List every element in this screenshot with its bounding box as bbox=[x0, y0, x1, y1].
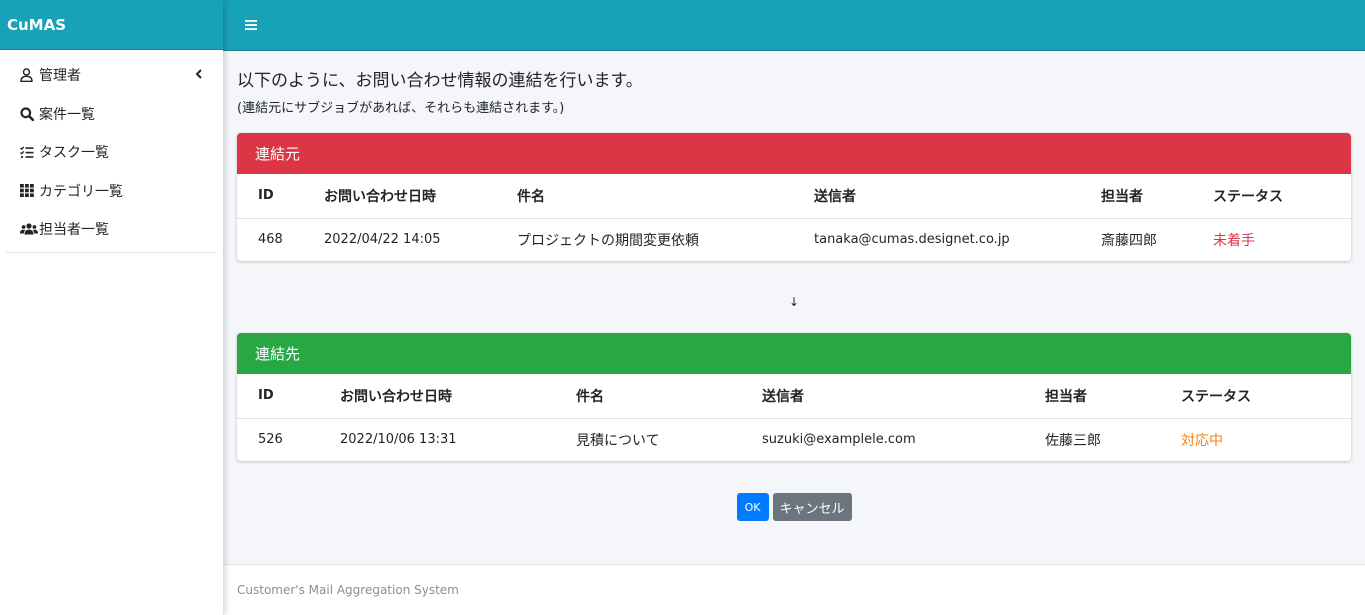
page-title: 以下のように、お問い合わせ情報の連結を行います。 bbox=[237, 71, 643, 91]
arrow-down-icon: ↓ bbox=[788, 295, 800, 309]
list-check-icon bbox=[20, 146, 38, 159]
cell-id: 468 bbox=[258, 232, 283, 248]
hamburger-icon[interactable] bbox=[244, 17, 258, 31]
column-header-status: ステータス bbox=[1192, 174, 1351, 219]
cell-datetime: 2022/10/06 13:31 bbox=[340, 432, 457, 448]
sidebar-item-tasks[interactable]: タスク一覧 bbox=[6, 133, 217, 172]
action-buttons: OK キャンセル bbox=[237, 493, 1351, 521]
table-row: 526 2022/10/06 13:31 見積について suzuki@examp… bbox=[237, 418, 1351, 461]
cell-assignee: 斎藤四郎 bbox=[1101, 232, 1157, 249]
column-header-datetime: お問い合わせ日時 bbox=[319, 374, 555, 419]
page-subtitle: (連結元にサブジョブがあれば、それらも連結されます。) bbox=[237, 101, 565, 116]
users-icon bbox=[20, 223, 38, 235]
column-header-datetime: お問い合わせ日時 bbox=[303, 174, 496, 219]
target-card: 連結先 ID お問い合わせ日時 件名 送信者 担当者 ステータス 526 202… bbox=[237, 333, 1351, 461]
table-row: 468 2022/04/22 14:05 プロジェクトの期間変更依頼 tanak… bbox=[237, 218, 1351, 261]
cell-datetime: 2022/04/22 14:05 bbox=[324, 232, 441, 248]
top-navbar bbox=[223, 0, 1365, 51]
source-card-header: 連結元 bbox=[237, 133, 1351, 174]
column-header-sender: 送信者 bbox=[741, 374, 1024, 419]
cell-sender: suzuki@examplele.com bbox=[762, 432, 916, 448]
target-table: ID お問い合わせ日時 件名 送信者 担当者 ステータス 526 2022/10… bbox=[237, 374, 1351, 461]
sidebar-item-label: タスク一覧 bbox=[39, 145, 109, 162]
column-header-status: ステータス bbox=[1160, 374, 1351, 419]
cell-subject: プロジェクトの期間変更依頼 bbox=[517, 232, 699, 249]
source-table: ID お問い合わせ日時 件名 送信者 担当者 ステータス 468 2022/04… bbox=[237, 174, 1351, 261]
cell-assignee: 佐藤三郎 bbox=[1045, 432, 1101, 449]
sidebar-item-label: カテゴリ一覧 bbox=[39, 183, 123, 200]
column-header-id: ID bbox=[237, 374, 319, 419]
cell-id: 526 bbox=[258, 432, 283, 448]
main-content: 以下のように、お問い合わせ情報の連結を行います。 (連結元にサブジョブがあれば、… bbox=[237, 51, 1351, 521]
cell-subject: 見積について bbox=[576, 432, 660, 449]
search-icon bbox=[20, 107, 38, 121]
cell-sender: tanaka@cumas.designet.co.jp bbox=[814, 232, 1010, 248]
table-header-row: ID お問い合わせ日時 件名 送信者 担当者 ステータス bbox=[237, 174, 1351, 219]
column-header-subject: 件名 bbox=[555, 374, 741, 419]
source-card: 連結元 ID お問い合わせ日時 件名 送信者 担当者 ステータス 468 202… bbox=[237, 133, 1351, 261]
sidebar-item-categories[interactable]: カテゴリ一覧 bbox=[6, 172, 217, 211]
grid-icon bbox=[20, 184, 38, 198]
chevron-left-icon[interactable] bbox=[195, 67, 203, 83]
status-badge: 未着手 bbox=[1213, 232, 1255, 249]
sidebar-item-admin[interactable]: 管理者 bbox=[6, 56, 217, 95]
sidebar-item-label: 案件一覧 bbox=[39, 106, 95, 123]
ok-button[interactable]: OK bbox=[736, 493, 769, 521]
column-header-assignee: 担当者 bbox=[1024, 374, 1160, 419]
brand-logo[interactable]: CuMAS bbox=[0, 0, 223, 50]
column-header-id: ID bbox=[237, 174, 303, 219]
target-card-header: 連結先 bbox=[237, 333, 1351, 374]
table-header-row: ID お問い合わせ日時 件名 送信者 担当者 ステータス bbox=[237, 374, 1351, 419]
column-header-assignee: 担当者 bbox=[1080, 174, 1192, 219]
sidebar-item-assignees[interactable]: 担当者一覧 bbox=[6, 210, 217, 249]
status-badge: 対応中 bbox=[1181, 432, 1223, 449]
sidebar: CuMAS 管理者 案件一覧 タスク一覧 カテゴリ一覧 担当者一覧 bbox=[0, 0, 223, 615]
sidebar-divider bbox=[6, 251, 217, 253]
footer: Customer's Mail Aggregation System bbox=[223, 564, 1365, 615]
column-header-subject: 件名 bbox=[496, 174, 793, 219]
sidebar-item-label: 担当者一覧 bbox=[39, 222, 109, 239]
sidebar-item-label: 管理者 bbox=[39, 68, 81, 85]
cancel-button[interactable]: キャンセル bbox=[772, 493, 852, 521]
user-icon bbox=[20, 68, 38, 83]
sidebar-nav: 管理者 案件一覧 タスク一覧 カテゴリ一覧 担当者一覧 bbox=[0, 50, 223, 253]
sidebar-item-cases[interactable]: 案件一覧 bbox=[6, 95, 217, 134]
column-header-sender: 送信者 bbox=[793, 174, 1080, 219]
